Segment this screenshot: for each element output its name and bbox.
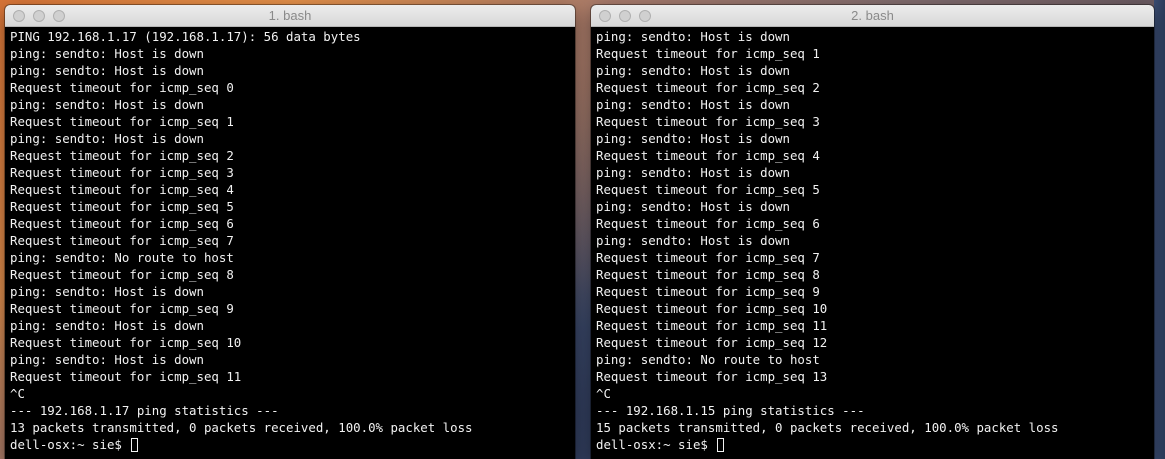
terminal-line: Request timeout for icmp_seq 8 bbox=[10, 267, 234, 282]
terminal-line: Request timeout for icmp_seq 5 bbox=[596, 182, 820, 197]
terminal-line: Request timeout for icmp_seq 13 bbox=[596, 369, 828, 384]
terminal-line: Request timeout for icmp_seq 12 bbox=[596, 335, 828, 350]
terminal-line: ping: sendto: Host is down bbox=[10, 318, 204, 333]
terminal-line: Request timeout for icmp_seq 3 bbox=[596, 114, 820, 129]
terminal-line: ping: sendto: Host is down bbox=[596, 199, 790, 214]
terminal-line: ^C bbox=[10, 386, 25, 401]
desktop-edge bbox=[1154, 0, 1165, 459]
text-cursor bbox=[717, 438, 725, 452]
terminal-line: 13 packets transmitted, 0 packets receiv… bbox=[10, 420, 473, 435]
terminal-line: Request timeout for icmp_seq 7 bbox=[10, 233, 234, 248]
window-title: 1. bash bbox=[268, 8, 312, 23]
terminal-line: Request timeout for icmp_seq 6 bbox=[596, 216, 820, 231]
terminal-line: Request timeout for icmp_seq 3 bbox=[10, 165, 234, 180]
terminal-line: Request timeout for icmp_seq 10 bbox=[596, 301, 828, 316]
terminal-output[interactable]: ping: sendto: Host is down Request timeou… bbox=[591, 27, 1154, 453]
terminal-line: Request timeout for icmp_seq 5 bbox=[10, 199, 234, 214]
terminal-line: ping: sendto: No route to host bbox=[10, 250, 234, 265]
terminal-line: ping: sendto: Host is down bbox=[10, 97, 204, 112]
shell-prompt: dell-osx:~ sie$ bbox=[10, 437, 130, 452]
terminal-line: ping: sendto: Host is down bbox=[10, 131, 204, 146]
terminal-line: ping: sendto: No route to host bbox=[596, 352, 820, 367]
terminal-line: Request timeout for icmp_seq 2 bbox=[10, 148, 234, 163]
terminal-line: Request timeout for icmp_seq 4 bbox=[10, 182, 234, 197]
terminal-line: ping: sendto: Host is down bbox=[10, 63, 204, 78]
terminal-line: Request timeout for icmp_seq 2 bbox=[596, 80, 820, 95]
terminal-line: 15 packets transmitted, 0 packets receiv… bbox=[596, 420, 1059, 435]
terminal-line: ping: sendto: Host is down bbox=[596, 63, 790, 78]
prompt-line[interactable]: dell-osx:~ sie$ bbox=[596, 436, 1154, 453]
terminal-window-1[interactable]: 1. bash PING 192.168.1.17 (192.168.1.17)… bbox=[5, 5, 575, 459]
terminal-line: Request timeout for icmp_seq 9 bbox=[10, 301, 234, 316]
terminal-line: ping: sendto: Host is down bbox=[596, 165, 790, 180]
terminal-line: --- 192.168.1.17 ping statistics --- bbox=[10, 403, 279, 418]
terminal-line: Request timeout for icmp_seq 11 bbox=[10, 369, 242, 384]
prompt-line[interactable]: dell-osx:~ sie$ bbox=[10, 436, 575, 453]
terminal-line: ping: sendto: Host is down bbox=[596, 131, 790, 146]
terminal-line: --- 192.168.1.15 ping statistics --- bbox=[596, 403, 865, 418]
terminal-line: ping: sendto: Host is down bbox=[596, 233, 790, 248]
shell-prompt: dell-osx:~ sie$ bbox=[596, 437, 716, 452]
terminal-line: ^C bbox=[596, 386, 611, 401]
terminal-line: Request timeout for icmp_seq 9 bbox=[596, 284, 820, 299]
terminal-line: Request timeout for icmp_seq 11 bbox=[596, 318, 828, 333]
terminal-line: ping: sendto: Host is down bbox=[596, 97, 790, 112]
terminal-line: Request timeout for icmp_seq 6 bbox=[10, 216, 234, 231]
terminal-line: PING 192.168.1.17 (192.168.1.17): 56 dat… bbox=[10, 29, 361, 44]
terminal-line: ping: sendto: Host is down bbox=[10, 352, 204, 367]
text-cursor bbox=[131, 438, 139, 452]
terminal-line: ping: sendto: Host is down bbox=[10, 46, 204, 61]
window-titlebar[interactable]: 1. bash bbox=[5, 5, 575, 27]
terminal-line: ping: sendto: Host is down bbox=[596, 29, 790, 44]
terminal-window-2[interactable]: 2. bash ping: sendto: Host is down Reques… bbox=[591, 5, 1154, 459]
terminal-line: Request timeout for icmp_seq 1 bbox=[10, 114, 234, 129]
window-title: 2. bash bbox=[851, 8, 894, 23]
terminal-line: Request timeout for icmp_seq 8 bbox=[596, 267, 820, 282]
terminal-output[interactable]: PING 192.168.1.17 (192.168.1.17): 56 dat… bbox=[5, 27, 575, 453]
terminal-line: Request timeout for icmp_seq 7 bbox=[596, 250, 820, 265]
terminal-line: Request timeout for icmp_seq 4 bbox=[596, 148, 820, 163]
terminal-line: Request timeout for icmp_seq 10 bbox=[10, 335, 242, 350]
terminal-line: Request timeout for icmp_seq 0 bbox=[10, 80, 234, 95]
terminal-line: Request timeout for icmp_seq 1 bbox=[596, 46, 820, 61]
terminal-line: ping: sendto: Host is down bbox=[10, 284, 204, 299]
window-titlebar[interactable]: 2. bash bbox=[591, 5, 1154, 27]
